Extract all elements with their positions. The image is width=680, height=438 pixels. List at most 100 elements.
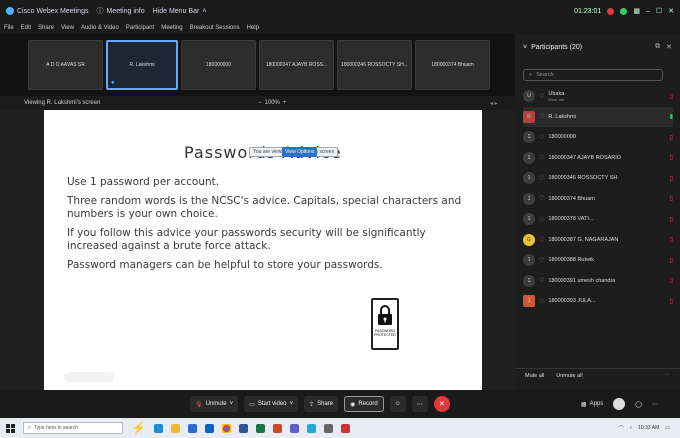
menu-audio-video[interactable]: Audio & Video (81, 25, 119, 31)
participant-name-text: 180000346 ROSSOCTY SH (548, 175, 618, 182)
chevron-down-icon[interactable]: ˅ (290, 401, 294, 407)
more-icon: ⋯ (416, 401, 423, 408)
menu-help[interactable]: Help (247, 25, 259, 31)
mic-muted-icon[interactable]: ▯ (665, 298, 673, 305)
unmute-button[interactable]: 🎙 Unmute ˅ (190, 396, 239, 412)
participant-row[interactable]: 1 ♡ 180000346 ROSSOCTY SH ▯ (523, 168, 673, 189)
collapse-icon[interactable]: ◂ ▸ (490, 100, 498, 107)
webex-icon[interactable] (306, 423, 316, 433)
store-icon[interactable] (187, 423, 197, 433)
chevron-down-icon[interactable]: ˅ (523, 44, 527, 51)
zoom-out-icon[interactable]: − (258, 100, 262, 106)
participant-row[interactable]: 1 ♡ 180000391 umesh chandra ▯ (523, 271, 673, 292)
video-tile[interactable]: 180000374 Bhuam (415, 40, 490, 90)
participant-name: R. Lakshmi (548, 114, 661, 120)
photos-icon[interactable] (340, 423, 350, 433)
reactions-icon: ☺ (394, 401, 401, 407)
mic-muted-icon[interactable]: ▯ (665, 277, 673, 284)
zoom-control[interactable]: − 100% + (258, 100, 286, 106)
participant-row[interactable]: 1 ♡ 180000388 Rutwik ▯ (523, 250, 673, 271)
menu-file[interactable]: File (4, 25, 14, 31)
participant-row[interactable]: 1 ♡ 180000347 AJAYB ROSARIO ▯ (523, 148, 673, 169)
tile-name: 180000347 AJAYB ROSS... (265, 62, 328, 68)
end-call-icon: ✕ (438, 401, 445, 408)
minimize-icon[interactable]: – (646, 8, 650, 15)
more-button[interactable]: ⋯ (411, 396, 428, 412)
participant-role: Host, me (548, 96, 565, 102)
word-icon[interactable] (238, 423, 248, 433)
share-button[interactable]: ⇪ Share (304, 396, 339, 412)
menu-share[interactable]: Share (38, 25, 54, 31)
popout-icon[interactable]: ⧉ (655, 43, 660, 51)
windows-start-icon[interactable] (6, 423, 15, 433)
zoom-in-icon[interactable]: + (283, 100, 287, 106)
avatar: 1 (523, 151, 535, 164)
task-view-icon[interactable]: ⚡ (131, 421, 146, 435)
mic-muted-icon[interactable]: ▯ (665, 93, 673, 100)
video-tile[interactable]: 180000346 ROSSOCTY SH... (337, 40, 412, 90)
start-video-button[interactable]: ▭ Start video ˅ (244, 396, 299, 412)
taskbar-clock[interactable]: 10:33 AM (638, 425, 659, 431)
participant-name-text: 180000378 VATI... (548, 216, 594, 223)
close-icon[interactable]: ✕ (668, 7, 674, 15)
network-icon[interactable]: ⌒ (619, 425, 624, 432)
chrome-icon[interactable] (221, 423, 231, 433)
volume-icon[interactable]: ♪ (630, 425, 633, 431)
excel-icon[interactable] (255, 423, 265, 433)
video-tile[interactable]: 180000000 (181, 40, 256, 90)
avatar: 1 (523, 254, 535, 267)
tile-name: 180000000 (205, 62, 232, 68)
participant-row[interactable]: U ♡ Ubaka Host, me ▯ (523, 86, 673, 107)
view-options-button[interactable]: View Options (282, 147, 318, 157)
menu-breakout[interactable]: Breakout Sessions (190, 25, 240, 31)
participant-row[interactable]: 1 ♡ 180000378 VATI... ▯ (523, 209, 673, 230)
end-call-button[interactable]: ✕ (433, 396, 450, 412)
video-tile-active-speaker[interactable]: R. Lakshmi ● (106, 40, 178, 90)
hide-menu-button[interactable]: Hide Menu Bar ˄ (153, 8, 207, 15)
chat-icon[interactable]: ◯ (635, 401, 642, 408)
menu-edit[interactable]: Edit (21, 25, 31, 31)
menu-view[interactable]: View (61, 25, 74, 31)
unmute-all-button[interactable]: Unmute all (556, 373, 582, 379)
more-options-icon[interactable]: ⋯ (665, 373, 680, 379)
mail-icon[interactable] (204, 423, 214, 433)
layout-icon[interactable]: ▦ (633, 7, 640, 15)
slide-zoom-slider[interactable] (64, 372, 114, 382)
taskbar-search-input[interactable]: ⌕ Type here to search (23, 422, 123, 434)
participant-search-input[interactable]: ⌕ Search (523, 69, 663, 81)
mic-muted-icon[interactable]: ▯ (665, 134, 673, 141)
participants-toggle-icon[interactable] (613, 398, 626, 410)
record-button[interactable]: ◉ Record (344, 396, 384, 412)
participant-row[interactable]: G ♡ 180000387 G. NAGARAJAN ▯ (523, 230, 673, 251)
video-tile[interactable]: 180000347 AJAYB ROSS... (259, 40, 334, 90)
more-panels-icon[interactable]: ⋯ (652, 401, 658, 408)
powerpoint-icon[interactable] (272, 423, 282, 433)
menu-participant[interactable]: Participant (126, 25, 154, 31)
settings-icon[interactable] (323, 423, 333, 433)
participant-row[interactable]: 1 ♡ 180000374 Bhuam ▯ (523, 189, 673, 210)
mic-on-icon[interactable]: ▮ (665, 113, 673, 120)
notification-icon[interactable]: ▭ (665, 425, 670, 431)
mic-muted-icon[interactable]: ▯ (665, 216, 673, 223)
mic-muted-icon[interactable]: ▯ (665, 154, 673, 161)
file-explorer-icon[interactable] (170, 423, 180, 433)
mic-muted-icon[interactable]: ▯ (665, 236, 673, 243)
participant-row[interactable]: J ♡ 180000393 JULA... ▯ (523, 291, 673, 312)
participant-row[interactable]: R ♡ R. Lakshmi ▮ (523, 106, 673, 127)
mic-muted-icon[interactable]: ▯ (665, 257, 673, 264)
apps-button[interactable]: ▦ Apps (581, 401, 603, 408)
meeting-info-button[interactable]: ⓘ Meeting info (96, 6, 144, 16)
maximize-icon[interactable]: ☐ (656, 7, 662, 15)
mic-muted-icon[interactable]: ▯ (665, 195, 673, 202)
participant-row[interactable]: 1 ♡ 180000000 ▯ (523, 127, 673, 148)
menu-meeting[interactable]: Meeting (161, 25, 182, 31)
edge-browser-icon[interactable] (153, 423, 163, 433)
padlock-icon (378, 305, 392, 325)
teams-icon[interactable] (289, 423, 299, 433)
close-panel-icon[interactable]: ✕ (666, 43, 672, 51)
reactions-button[interactable]: ☺ (389, 396, 406, 412)
mute-all-button[interactable]: Mute all (525, 373, 544, 379)
mic-muted-icon[interactable]: ▯ (665, 175, 673, 182)
chevron-down-icon[interactable]: ˅ (230, 401, 234, 407)
video-tile[interactable]: A D O AAVAS SR (28, 40, 103, 90)
